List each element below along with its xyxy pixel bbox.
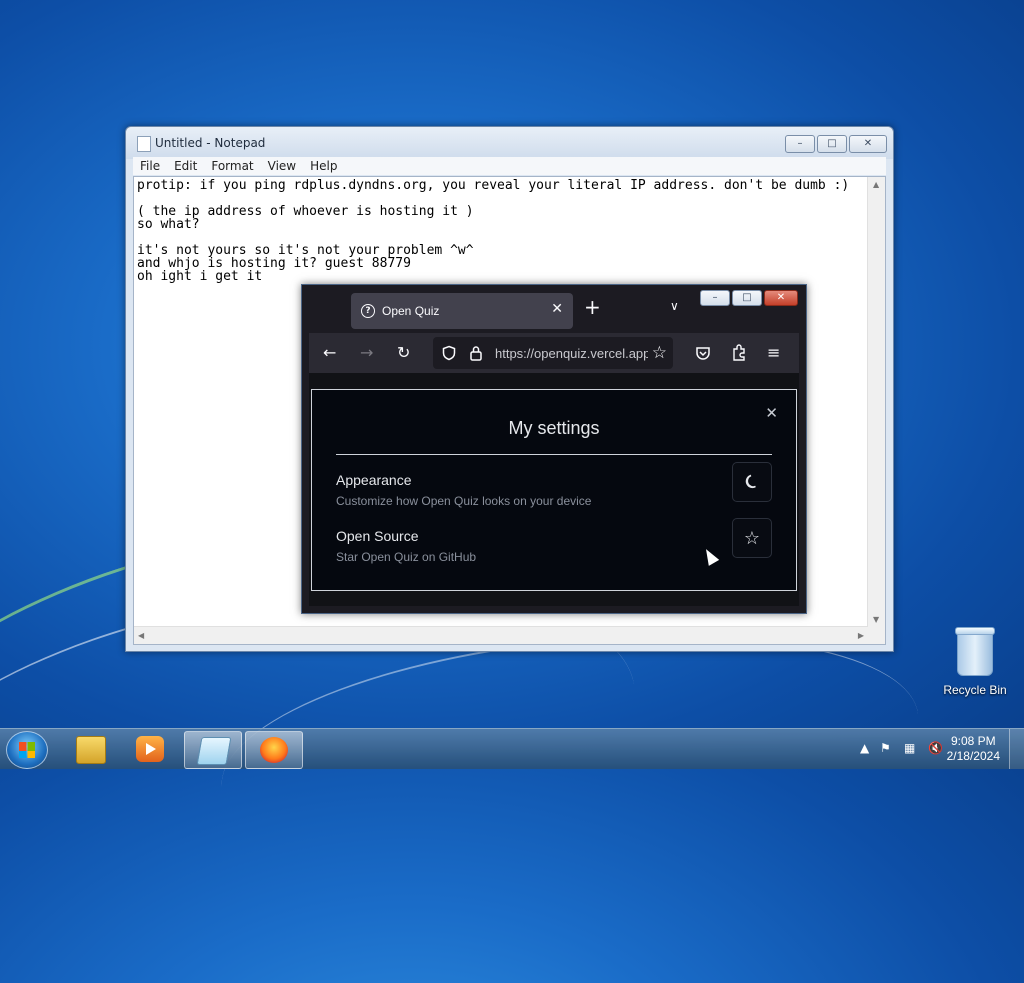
- minimize-button[interactable]: –: [700, 290, 730, 306]
- forward-icon[interactable]: →: [360, 343, 373, 363]
- menu-edit[interactable]: Edit: [167, 157, 204, 175]
- shield-icon[interactable]: [441, 345, 457, 361]
- show-hidden-icons-icon[interactable]: ▲: [860, 741, 869, 755]
- scrollbar-corner: [868, 627, 885, 644]
- question-icon: ?: [361, 304, 375, 318]
- tab-open-quiz[interactable]: ? Open Quiz ✕: [351, 293, 573, 329]
- new-tab-icon[interactable]: +: [584, 297, 601, 317]
- notepad-icon: [196, 737, 232, 765]
- notepad-menubar: File Edit Format View Help: [133, 157, 886, 175]
- close-button[interactable]: ✕: [849, 135, 887, 153]
- recycle-bin[interactable]: Recycle Bin: [940, 627, 1010, 697]
- tab-title: Open Quiz: [382, 304, 440, 318]
- scroll-down-icon[interactable]: ▼: [873, 615, 879, 624]
- vertical-scrollbar[interactable]: ▲ ▼: [867, 177, 885, 627]
- firefox-window-controls: – □ ✕: [700, 290, 798, 306]
- tab-close-icon[interactable]: ✕: [551, 301, 563, 317]
- setting-appearance: Appearance Customize how Open Quiz looks…: [336, 462, 772, 516]
- network-icon[interactable]: ▦: [904, 741, 915, 755]
- moon-icon: [745, 474, 756, 489]
- minimize-button[interactable]: –: [785, 135, 815, 153]
- notepad-text[interactable]: protip: if you ping rdplus.dyndns.org, y…: [137, 179, 865, 283]
- menu-format[interactable]: Format: [204, 157, 260, 175]
- menu-icon[interactable]: ≡: [767, 343, 780, 363]
- page-content: ✕ My settings Appearance Customize how O…: [309, 373, 799, 606]
- taskbar-windows-explorer[interactable]: [62, 731, 118, 767]
- modal-title: My settings: [508, 418, 600, 438]
- folder-icon: [76, 736, 106, 764]
- menu-view[interactable]: View: [261, 157, 303, 175]
- scroll-left-icon[interactable]: ◀: [138, 631, 144, 640]
- show-desktop-button[interactable]: [1009, 729, 1024, 769]
- menu-help[interactable]: Help: [303, 157, 344, 175]
- back-icon[interactable]: ←: [323, 343, 336, 363]
- horizontal-scrollbar[interactable]: ◀ ▶: [134, 626, 868, 644]
- star-icon: ☆: [743, 527, 761, 549]
- scroll-right-icon[interactable]: ▶: [858, 631, 864, 640]
- list-tabs-chevron-icon[interactable]: ∨: [670, 299, 679, 313]
- settings-modal: ✕ My settings Appearance Customize how O…: [311, 389, 797, 591]
- recycle-bin-label: Recycle Bin: [943, 683, 1007, 697]
- setting-description: Customize how Open Quiz looks on your de…: [336, 494, 592, 508]
- scroll-up-icon[interactable]: ▲: [873, 180, 879, 189]
- taskbar: ▲ ⚑ ▦ 🔇 9:08 PM 2/18/2024: [0, 728, 1024, 769]
- bookmark-star-icon[interactable]: ☆: [647, 343, 667, 363]
- taskbar-firefox[interactable]: [245, 731, 303, 769]
- setting-title: Open Source: [336, 528, 419, 544]
- recycle-bin-icon[interactable]: [955, 627, 995, 676]
- firefox-window[interactable]: ? Open Quiz ✕ + ∨ – □ ✕ ← → ↻ https://op…: [301, 284, 807, 614]
- maximize-button[interactable]: □: [732, 290, 762, 306]
- divider: [336, 454, 772, 455]
- notepad-title: Untitled - Notepad: [155, 136, 266, 150]
- menu-file[interactable]: File: [133, 157, 167, 175]
- notepad-icon: [137, 136, 151, 152]
- pocket-icon[interactable]: [695, 345, 711, 361]
- reload-icon[interactable]: ↻: [397, 343, 410, 363]
- github-star-button[interactable]: ☆: [732, 518, 772, 558]
- firefox-icon: [260, 737, 288, 763]
- setting-description: Star Open Quiz on GitHub: [336, 550, 477, 564]
- firefox-tabbar[interactable]: ? Open Quiz ✕ + ∨ – □ ✕: [302, 285, 806, 333]
- start-button[interactable]: [6, 731, 48, 769]
- taskbar-notepad[interactable]: [184, 731, 242, 769]
- lock-icon[interactable]: [469, 345, 483, 361]
- system-tray: ▲ ⚑ ▦ 🔇 9:08 PM 2/18/2024: [834, 729, 1024, 769]
- extensions-icon[interactable]: [731, 344, 747, 362]
- media-player-icon: [136, 736, 164, 762]
- firefox-toolbar: ← → ↻ https://openquiz.vercel.app ☆ ≡: [309, 333, 799, 373]
- clock-time: 9:08 PM: [950, 734, 996, 748]
- setting-title: Appearance: [336, 472, 412, 488]
- windows-logo-icon: [19, 742, 35, 758]
- recycle-bin-lid: [955, 627, 995, 635]
- clock-date: 2/18/2024: [946, 749, 1000, 763]
- clock[interactable]: 9:08 PM 2/18/2024: [947, 734, 1000, 764]
- taskbar-media-player[interactable]: [122, 731, 178, 767]
- maximize-button[interactable]: □: [817, 135, 847, 153]
- notepad-window-controls: – □ ✕: [785, 135, 887, 153]
- close-button[interactable]: ✕: [764, 290, 798, 306]
- theme-toggle-button[interactable]: [732, 462, 772, 502]
- notepad-titlebar[interactable]: Untitled - Notepad – □ ✕: [126, 127, 893, 159]
- volume-muted-icon[interactable]: 🔇: [928, 741, 943, 755]
- url-bar[interactable]: https://openquiz.vercel.app ☆: [433, 337, 673, 369]
- url-text[interactable]: https://openquiz.vercel.app: [495, 346, 650, 361]
- action-center-flag-icon[interactable]: ⚑: [880, 741, 891, 755]
